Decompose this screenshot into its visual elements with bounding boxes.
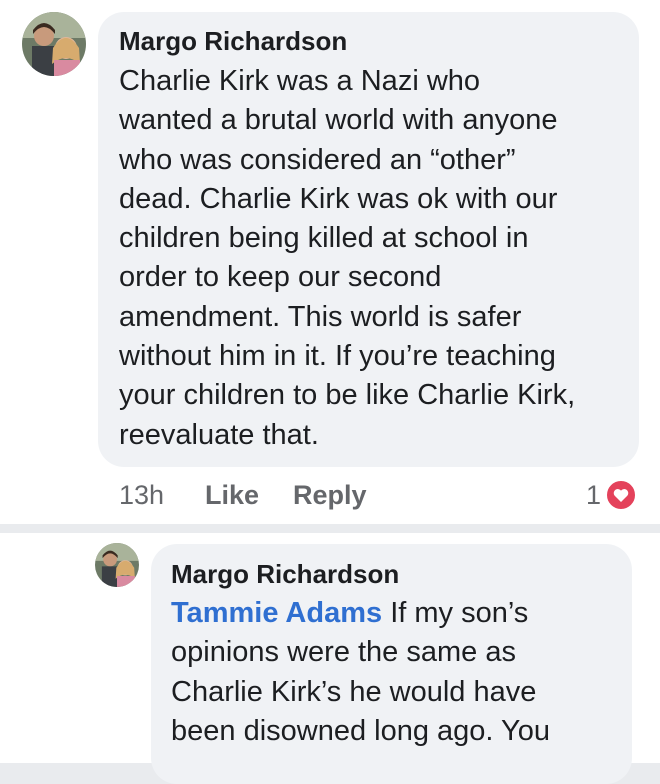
heart-icon [605, 479, 638, 511]
like-button[interactable]: Like [205, 480, 259, 511]
comment-text: Charlie Kirk was a Nazi who wanted a bru… [119, 65, 576, 451]
reply-text-rest: opinions were the same as Charlie Kirk’s… [171, 636, 550, 747]
reply-avatar[interactable] [95, 543, 139, 587]
reply-author[interactable]: Margo Richardson [171, 559, 399, 590]
reply-bubble: Margo Richardson Tammie Adams If my son’… [151, 544, 632, 784]
mention-link[interactable]: Tammie Adams [171, 597, 382, 629]
reaction-summary[interactable]: 1 [586, 478, 638, 512]
comment-author[interactable]: Margo Richardson [119, 26, 347, 57]
reply-card: Margo Richardson Tammie Adams If my son’… [0, 533, 660, 784]
reaction-count: 1 [586, 479, 602, 510]
reply-button[interactable]: Reply [293, 480, 367, 511]
comment-time: 13h [119, 480, 165, 510]
comment-bubble: Margo Richardson Charlie Kirk was a Nazi… [98, 12, 639, 467]
reply-text-first-line: If my son’s [382, 597, 529, 629]
comment-card: Margo Richardson Charlie Kirk was a Nazi… [0, 0, 660, 524]
reply-text: Tammie Adams If my son’s opinions were t… [171, 594, 626, 751]
avatar[interactable] [22, 12, 86, 76]
